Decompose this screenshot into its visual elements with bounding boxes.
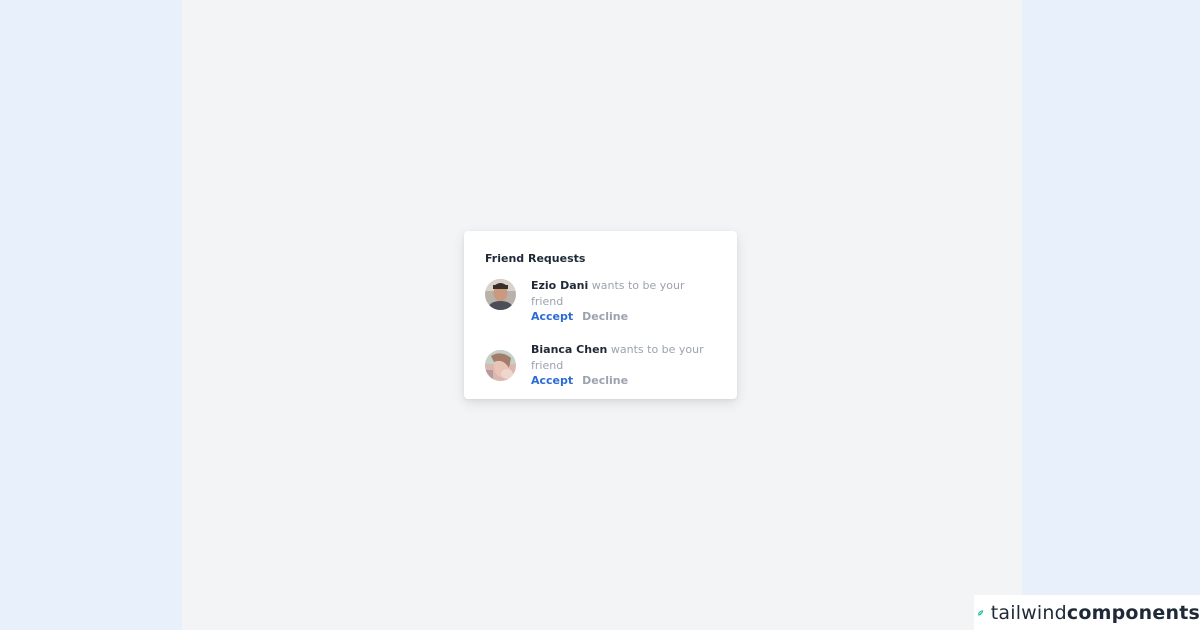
card-title: Friend Requests	[485, 252, 586, 265]
friend-requests-card: Friend Requests Ezio Dani wants to be yo…	[464, 231, 737, 399]
brand-wordmark: tailwindcomponents	[991, 602, 1200, 624]
avatar	[485, 350, 516, 381]
accept-button[interactable]: Accept	[531, 374, 573, 387]
requester-name: Bianca Chen	[531, 343, 608, 356]
tailwindcomponents-logo[interactable]: tailwindcomponents	[974, 595, 1200, 630]
accept-button[interactable]: Accept	[531, 310, 573, 323]
decline-button[interactable]: Decline	[582, 310, 628, 323]
avatar-ezio-image	[485, 279, 516, 310]
requester-name: Ezio Dani	[531, 279, 589, 292]
avatar-bianca-image	[485, 350, 516, 381]
brand-wordmark-bold: components	[1066, 601, 1200, 624]
friend-request-item: Ezio Dani wants to be your friend Accept…	[485, 278, 716, 323]
avatar	[485, 279, 516, 310]
leaf-icon	[977, 609, 984, 616]
decline-button[interactable]: Decline	[582, 374, 628, 387]
brand-wordmark-light: tailwind	[990, 601, 1067, 624]
friend-request-item: Bianca Chen wants to be your friend Acce…	[485, 342, 716, 387]
